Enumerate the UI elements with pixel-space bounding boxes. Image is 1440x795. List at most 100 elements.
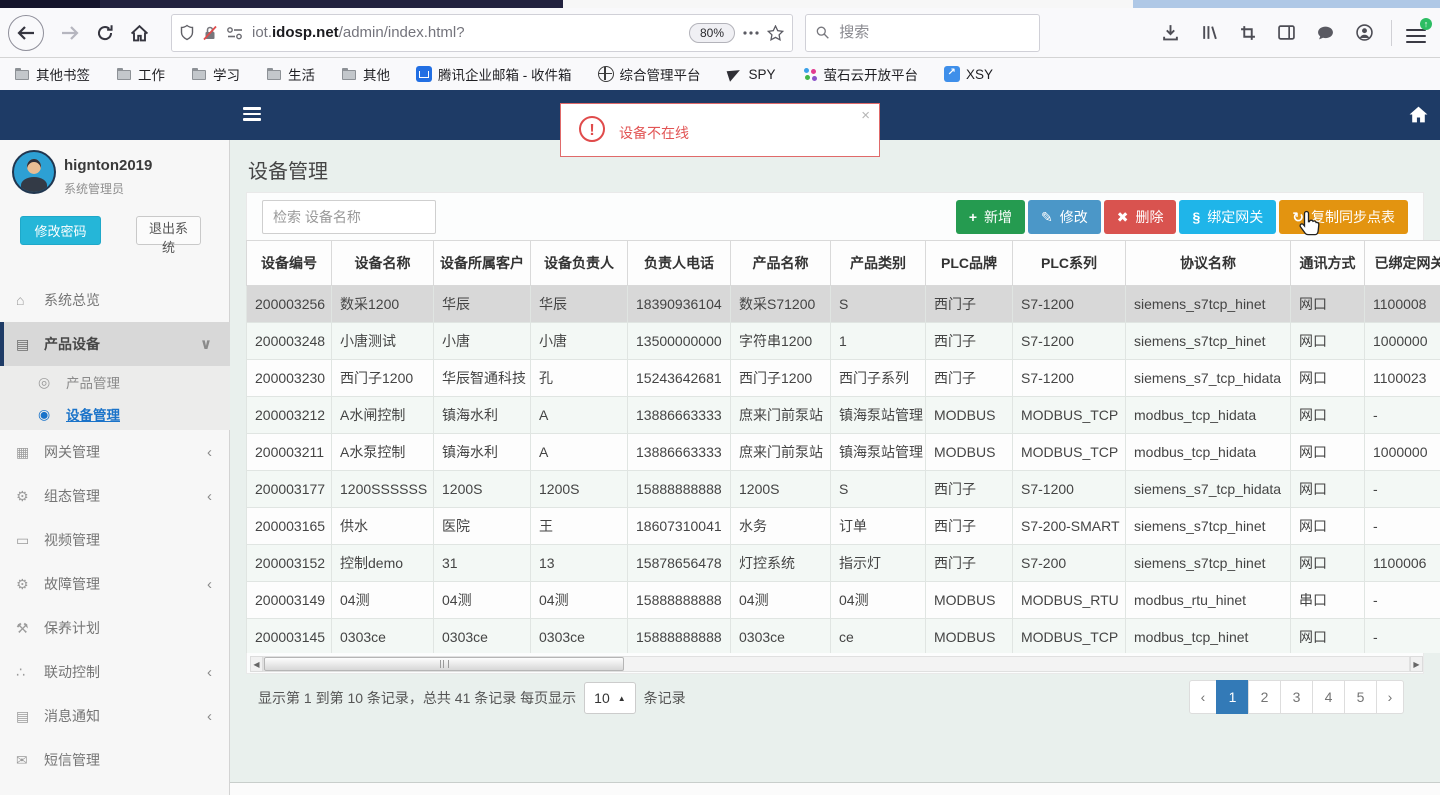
bookmark-item[interactable]: 工作 <box>116 64 165 84</box>
table-row[interactable]: 200003211 A水泵控制 镇海水利 A 13886663333 庶来门前泵站 镇海泵站… <box>246 433 1440 471</box>
column-header[interactable]: 设备名称 <box>331 240 434 286</box>
bookmark-item[interactable]: XSY <box>944 66 993 82</box>
logout-button[interactable]: 退出系统 <box>136 216 201 255</box>
table-row[interactable]: 200003212 A水闸控制 镇海水利 A 13886663333 庶来门前泵站 镇海泵站… <box>246 396 1440 434</box>
table-row[interactable]: 200003230 西门子1200 华辰智通科技孔 15243642681 西门子120… <box>246 359 1440 397</box>
sidebar-toggle-icon[interactable] <box>1278 25 1295 40</box>
sidebar-collapse-toggle[interactable] <box>243 107 261 121</box>
sidebar-menu-item[interactable]: ▤ 消息通知 ‹ <box>0 694 230 738</box>
column-header[interactable]: 设备编号 <box>246 240 332 286</box>
column-header[interactable]: 协议名称 <box>1125 240 1291 286</box>
bookmark-item[interactable]: 萤石云开放平台 <box>802 64 918 84</box>
sidebar-menu-item[interactable]: ✉ 短信管理 <box>0 738 230 782</box>
sidebar-menu-item[interactable]: ◉ 设备管理 <box>0 398 230 430</box>
table-cell: MODBUS_TCP <box>1012 618 1126 653</box>
page-size-dropdown[interactable]: 10 ▲ <box>584 682 636 714</box>
scroll-left-arrow-icon[interactable]: ◀ <box>250 656 263 672</box>
chevron-icon: ‹ <box>207 575 212 593</box>
column-header[interactable]: 产品名称 <box>730 240 831 286</box>
column-header[interactable]: 设备负责人 <box>530 240 628 286</box>
device-search-input[interactable] <box>262 200 436 234</box>
table-row[interactable]: 200003152 控制demo 31 13 15878656478 灯控系统 指示灯 西门子… <box>246 544 1440 582</box>
horizontal-scrollbar[interactable]: ◀ ▶ <box>250 656 1423 672</box>
account-icon[interactable] <box>1356 24 1373 41</box>
change-password-button[interactable]: 修改密码 <box>20 216 101 245</box>
browser-search-input[interactable] <box>837 23 1029 42</box>
toolbar-button[interactable]: § 绑定网关 <box>1179 200 1277 234</box>
bookmark-item[interactable]: 腾讯企业邮箱 - 收件箱 <box>416 64 572 84</box>
column-header[interactable]: 产品类别 <box>830 240 926 286</box>
pagination-page-button[interactable]: 5 <box>1344 680 1377 714</box>
table-row[interactable]: 200003145 0303ce 0303ce 0303ce 15888888888 03… <box>246 618 1440 653</box>
zoom-level-badge[interactable]: 80% <box>688 22 735 43</box>
browser-search-box[interactable] <box>805 13 1040 52</box>
toolbar-button[interactable]: ↻ 复制同步点表 <box>1279 200 1408 234</box>
bookmark-item[interactable]: 综合管理平台 <box>597 64 701 84</box>
sidebar-menu-item[interactable]: ∴ 联动控制 ‹ <box>0 650 230 694</box>
table-row[interactable]: 200003177 1200SSSSSS 1200S 1200S 15888888888… <box>246 470 1440 508</box>
bookmark-item[interactable]: SPY <box>727 66 776 82</box>
downloads-icon[interactable] <box>1162 24 1179 41</box>
bookmark-item[interactable]: 其他 <box>341 64 390 84</box>
scroll-right-arrow-icon[interactable]: ▶ <box>1410 656 1423 672</box>
url-text[interactable]: iot.idosp.net/admin/index.html? <box>252 24 681 41</box>
bookmark-star-icon[interactable] <box>767 24 784 41</box>
library-icon[interactable] <box>1201 24 1218 41</box>
sidebar-menu-item[interactable]: ◎ 产品管理 <box>0 366 230 398</box>
table-cell: siemens_s7_tcp_hidata <box>1125 470 1291 508</box>
back-button[interactable] <box>8 14 44 51</box>
pocket-chat-icon[interactable] <box>1317 25 1334 41</box>
bookmark-item[interactable]: 生活 <box>266 64 315 84</box>
screenshot-crop-icon[interactable] <box>1240 25 1256 41</box>
table-row[interactable]: 200003248 小唐测试 小唐 小唐 13500000000 字符串1200 1 西门子 S… <box>246 322 1440 360</box>
pagination-next-button[interactable]: › <box>1376 680 1404 714</box>
sidebar-menu-item[interactable]: ⌂ 系统总览 <box>0 278 230 322</box>
user-avatar[interactable] <box>12 150 56 194</box>
bookmark-item[interactable]: 其他书签 <box>14 64 90 84</box>
column-header[interactable]: 设备所属客户 <box>433 240 531 286</box>
toolbar-button[interactable]: ✖ 删除 <box>1103 200 1177 234</box>
pagination-page-button[interactable]: 3 <box>1280 680 1313 714</box>
pagination-page-button[interactable]: 2 <box>1248 680 1281 714</box>
app-home-button[interactable] <box>1408 105 1429 129</box>
toolbar-button[interactable]: ✎ 修改 <box>1028 200 1101 234</box>
alert-close-icon[interactable]: × <box>861 107 870 124</box>
bookmark-label: 学习 <box>213 68 240 83</box>
browser-home-button[interactable] <box>130 24 149 42</box>
table-cell: 医院 <box>433 507 531 545</box>
gateway-icon: ▦ <box>16 443 30 460</box>
reload-button[interactable] <box>96 24 114 42</box>
pagination-page-button[interactable]: 4 <box>1312 680 1345 714</box>
table-row[interactable]: 200003149 04测 04测 04测 15888888888 04测 04测 MODBU… <box>246 581 1440 619</box>
table-cell: A水泵控制 <box>331 433 434 471</box>
column-header[interactable]: 通讯方式 <box>1290 240 1365 286</box>
table-cell: 13886663333 <box>627 433 731 471</box>
forward-button[interactable] <box>60 25 80 41</box>
scrollbar-thumb[interactable] <box>264 657 624 671</box>
pagination-prev-button[interactable]: ‹ <box>1189 680 1217 714</box>
pagination-page-button[interactable]: 1 <box>1216 680 1249 714</box>
sidebar-menu-item[interactable]: ⚙ 组态管理 ‹ <box>0 474 230 518</box>
table-cell: 200003149 <box>246 581 332 619</box>
table-row[interactable]: 200003165 供水 医院王 18607310041 水务 订单 西门子 S7-200-S… <box>246 507 1440 545</box>
page-actions-dots-icon[interactable] <box>743 30 759 35</box>
sidebar-menu-item[interactable]: ▦ 网关管理 ‹ <box>0 430 230 474</box>
browser-menu-button[interactable]: ↑ <box>1406 17 1432 43</box>
table-cell: ce <box>830 618 926 653</box>
scrollbar-track[interactable] <box>263 656 1410 672</box>
column-header[interactable]: PLC品牌 <box>925 240 1013 286</box>
sidebar-menu-item[interactable]: ▤ 产品设备 ∨ <box>0 322 230 366</box>
table-row[interactable]: 200003256 数采1200 华辰 华辰 18390936104 数采S71200 S 西… <box>246 285 1440 323</box>
url-bar[interactable]: iot.idosp.net/admin/index.html? 80% <box>171 13 793 52</box>
sidebar-menu-item[interactable]: ▭ 视频管理 <box>0 518 230 562</box>
toolbar-button[interactable]: + 新增 <box>955 200 1025 234</box>
table-cell: 13500000000 <box>627 322 731 360</box>
column-header[interactable]: 已绑定网关 <box>1364 240 1440 286</box>
column-header[interactable]: 负责人电话 <box>627 240 731 286</box>
book-icon: ▤ <box>16 335 30 352</box>
sidebar-menu-item[interactable]: ⚙ 故障管理 ‹ <box>0 562 230 606</box>
wrench-icon: ⚒ <box>16 619 29 636</box>
column-header[interactable]: PLC系列 <box>1012 240 1126 286</box>
bookmark-item[interactable]: 学习 <box>191 64 240 84</box>
sidebar-menu-item[interactable]: ⚒ 保养计划 <box>0 606 230 650</box>
